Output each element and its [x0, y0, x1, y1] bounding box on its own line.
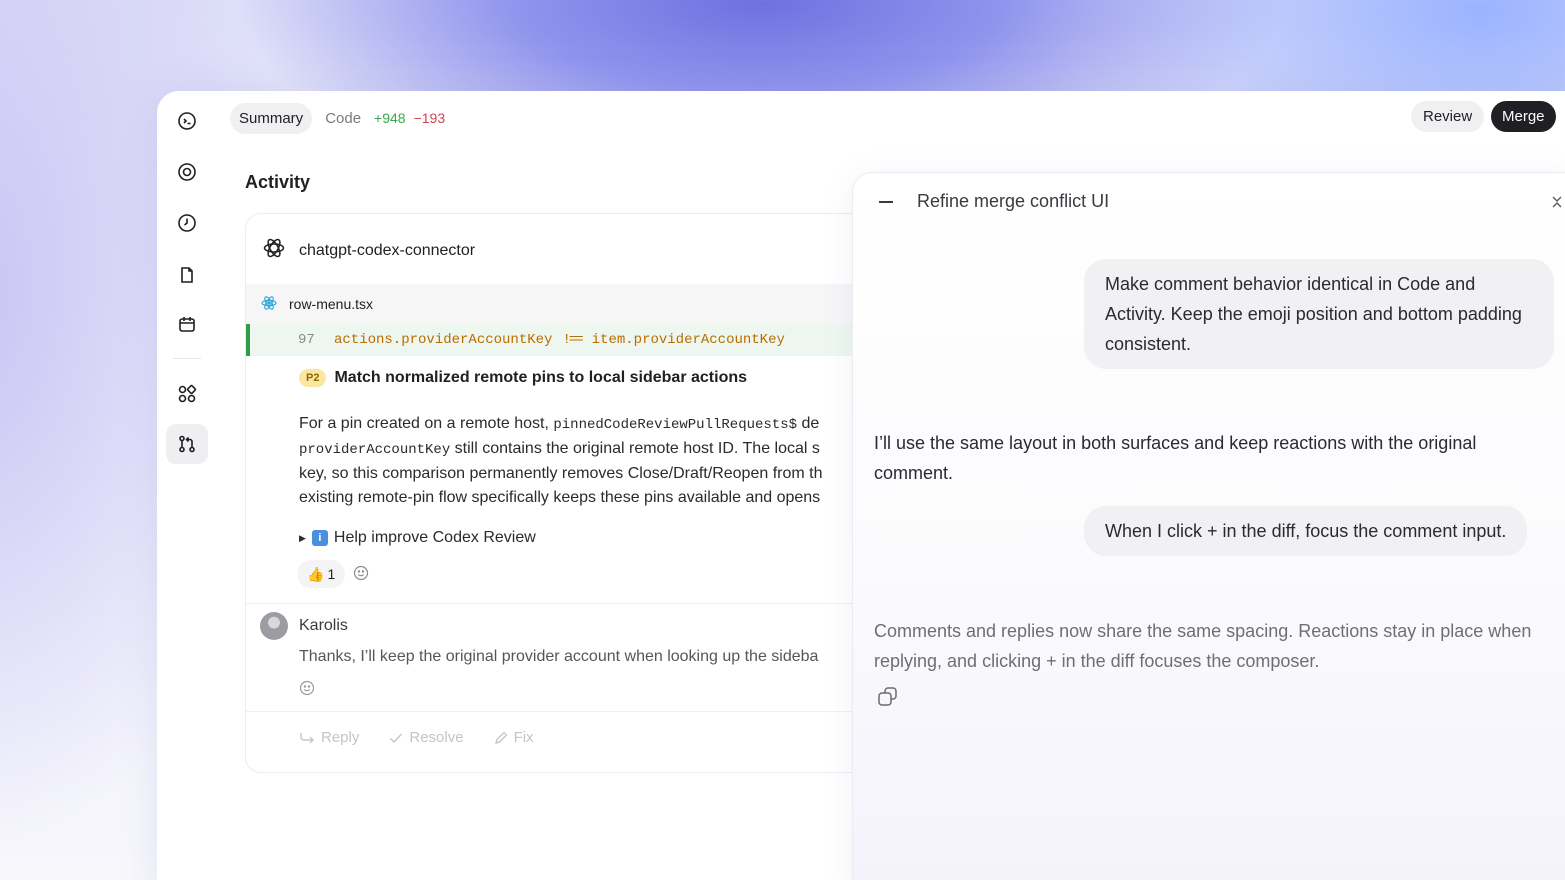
tab-code[interactable]: Code — [325, 110, 361, 127]
file-name: row-menu.tsx — [289, 296, 374, 312]
body-text: still contains the original remote host … — [450, 440, 820, 457]
code-right: item.providerAccountKey — [591, 332, 785, 348]
priority-badge: P2 — [299, 369, 327, 387]
react-file-icon — [261, 295, 277, 314]
details-label: Help improve Codex Review — [333, 529, 536, 546]
disclosure-triangle-icon: ▶ — [299, 532, 306, 543]
body-text: For a pin created on a remote host, — [299, 415, 554, 432]
calendar-icon[interactable] — [176, 313, 198, 335]
resolve-label: Resolve — [409, 729, 464, 746]
add-reaction-icon[interactable] — [299, 680, 315, 701]
clock-icon[interactable] — [176, 212, 198, 234]
reaction-count: 1 — [327, 566, 336, 582]
chat-header: Refine merge conflict UI — [879, 191, 1109, 212]
reply-button[interactable]: Reply — [299, 729, 359, 746]
copy-icon[interactable] — [877, 686, 899, 713]
body-code: pinnedCodeReviewPullRequests$ — [553, 417, 797, 433]
sidebar-divider — [173, 358, 201, 359]
code-left: actions.providerAccountKey — [334, 332, 553, 348]
reply-icon — [300, 732, 314, 743]
reaction-pill[interactable]: 👍 1 — [297, 560, 346, 588]
bot-name[interactable]: chatgpt-codex-connector — [299, 242, 475, 260]
tab-summary[interactable]: Summary — [230, 102, 313, 134]
openai-logo-icon — [262, 236, 286, 265]
minimize-icon[interactable] — [879, 200, 893, 203]
target-icon[interactable] — [176, 161, 198, 183]
document-icon[interactable] — [176, 264, 198, 286]
thumbs-up-icon: 👍 — [307, 565, 325, 582]
assistant-message: I’ll use the same layout in both surface… — [874, 433, 1477, 483]
additions-count: +948 — [374, 110, 406, 126]
review-button[interactable]: Review — [1411, 101, 1485, 132]
check-icon — [390, 733, 403, 743]
help-improve-details[interactable]: ▶ i Help improve Codex Review — [299, 529, 536, 547]
fix-label: Fix — [513, 729, 534, 746]
user-message: When I click + in the diff, focus the co… — [1084, 506, 1528, 556]
pull-request-icon[interactable] — [176, 433, 198, 455]
body-text: de — [797, 415, 820, 432]
user-message: Make comment behavior identical in Code … — [1084, 259, 1554, 369]
activity-title: Activity — [245, 172, 311, 192]
sidebar — [157, 91, 217, 880]
apps-icon[interactable] — [176, 383, 198, 405]
chat-panel: Refine merge conflict UI Make comment be… — [852, 172, 1565, 880]
chat-title: Refine merge conflict UI — [917, 191, 1110, 211]
reply-label: Reply — [321, 729, 360, 746]
issue-title-row: P2 Match normalized remote pins to local… — [299, 369, 747, 387]
collapse-icon[interactable] — [1551, 195, 1563, 214]
code-operator: !== — [562, 332, 583, 348]
fix-button[interactable]: Fix — [494, 729, 534, 746]
info-icon: i — [311, 530, 328, 546]
comment-actions: Reply Resolve Fix — [299, 729, 534, 746]
merge-button[interactable]: Merge — [1491, 101, 1556, 132]
comment-text: Thanks, I’ll keep the original provider … — [299, 648, 819, 665]
comment-author: Karolis — [299, 617, 348, 634]
card-header: chatgpt-codex-connector — [262, 236, 475, 265]
add-reaction-icon[interactable] — [353, 565, 369, 586]
pencil-icon — [494, 731, 507, 744]
deletions-count: −193 — [413, 110, 446, 126]
resolve-button[interactable]: Resolve — [389, 729, 464, 746]
avatar[interactable] — [260, 612, 288, 640]
terminal-icon[interactable] — [176, 110, 198, 132]
issue-title: Match normalized remote pins to local si… — [334, 369, 748, 386]
body-code: providerAccountKey — [299, 442, 451, 458]
assistant-message: Comments and replies now share the same … — [874, 621, 1532, 671]
topbar: Summary Code +948 −193 — [230, 102, 445, 134]
line-number: 97 — [298, 332, 315, 348]
